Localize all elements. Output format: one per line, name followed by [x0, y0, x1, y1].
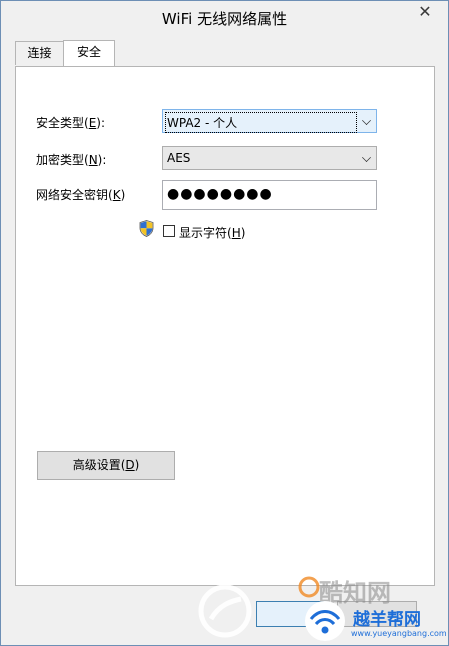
yueyang-watermark-url: www.yueyangbang.com — [351, 629, 447, 638]
security-type-select[interactable]: WPA2 - 个人 — [162, 109, 377, 133]
advanced-settings-button[interactable]: 高级设置(D) — [37, 451, 175, 480]
show-characters-label: 显示字符(H) — [179, 226, 246, 240]
properties-dialog: WiFi 无线网络属性 ✕ 连接 安全 安全类型(E): WPA2 - 个人 加… — [0, 0, 449, 646]
yueyang-watermark-text: 越羊帮网 — [353, 610, 421, 630]
security-panel: 安全类型(E): WPA2 - 个人 加密类型(N): AES 网络安全密钥(K… — [15, 66, 435, 586]
close-icon: ✕ — [418, 2, 432, 21]
kuzhi-logo-watermark — [198, 584, 252, 638]
window-title: WiFi 无线网络属性 — [161, 10, 288, 28]
tab-security[interactable]: 安全 — [63, 40, 115, 66]
security-type-value: WPA2 - 个人 — [164, 112, 358, 133]
chevron-down-icon — [362, 153, 371, 162]
close-button[interactable]: ✕ — [410, 2, 440, 22]
title-bar: WiFi 无线网络属性 ✕ — [1, 1, 448, 33]
security-type-label: 安全类型(E): — [36, 116, 106, 130]
show-characters-checkbox[interactable] — [163, 225, 175, 237]
encryption-type-value: AES — [167, 151, 191, 165]
uac-shield-icon — [139, 220, 154, 237]
tab-connection[interactable]: 连接 — [15, 41, 64, 65]
network-key-label: 网络安全密钥(K) — [36, 188, 126, 202]
network-key-input[interactable]: ●●●●●●●● — [162, 180, 377, 210]
encryption-type-label: 加密类型(N): — [36, 153, 107, 167]
kuzhi-mark-icon — [298, 576, 320, 598]
chevron-down-icon — [362, 116, 371, 125]
encryption-type-select[interactable]: AES — [162, 146, 377, 170]
yueyang-logo-icon — [305, 601, 345, 641]
network-key-value: ●●●●●●●● — [167, 186, 273, 202]
